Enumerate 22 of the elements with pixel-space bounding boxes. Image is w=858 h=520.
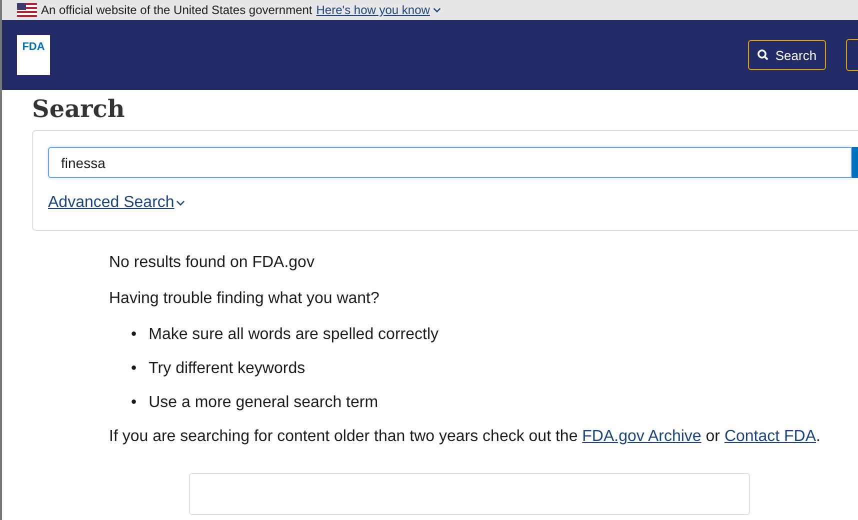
chevron-down-icon: [432, 7, 441, 13]
search-field[interactable]: finessa: [48, 147, 852, 178]
text-link[interactable]: Contact FDA: [724, 428, 816, 445]
advanced-search-link[interactable]: Advanced Search: [48, 194, 186, 212]
no-results-message: No results found on FDA.gov: [109, 253, 316, 273]
flag-icon: [17, 3, 37, 17]
bullet: •: [131, 359, 137, 379]
tip-item: Make sure all words are spelled correctly: [148, 325, 438, 345]
help-heading: Having trouble finding what you want?: [109, 289, 380, 309]
chevron-down-icon: [176, 200, 186, 206]
tip-item: Try different keywords: [148, 359, 306, 379]
archive-note: If you are searching for content older than two years check out the FDA.gov Archive or Contact FDA.: [109, 427, 822, 447]
banner-text: An official website of the United States government: [41, 3, 312, 17]
fda-logo[interactable]: FDA: [17, 34, 50, 74]
how-you-know-link[interactable]: Here's how you know: [316, 3, 441, 17]
bullet: •: [131, 325, 137, 345]
text-link[interactable]: FDA.gov Archive: [582, 428, 702, 445]
search-icon: [757, 49, 770, 61]
bullet: •: [131, 393, 137, 413]
page-title: Search: [32, 93, 126, 125]
tip-item: Use a more general search term: [148, 393, 378, 413]
search-button[interactable]: Search: [748, 40, 826, 70]
